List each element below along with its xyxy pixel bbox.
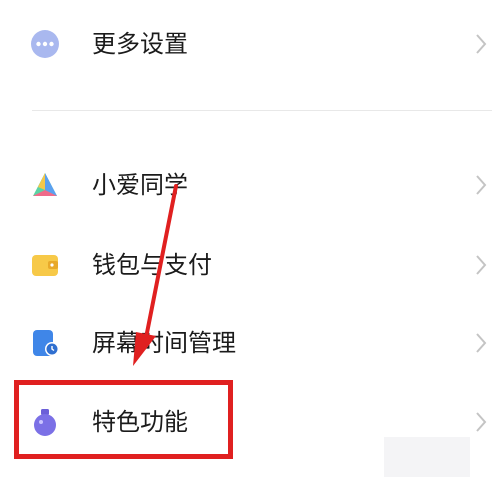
menu-item-label: 更多设置 [92,30,188,58]
menu-item-label: 屏幕时间管理 [92,329,236,357]
menu-item-xiaoai[interactable]: 小爱同学 [0,153,500,215]
chevron-right-icon [476,34,487,54]
more-dots-icon [31,30,59,58]
menu-item-more-settings[interactable]: 更多设置 [0,12,500,74]
screen-time-icon [33,330,59,356]
menu-item-label: 钱包与支付 [92,251,212,279]
section-divider [32,110,492,111]
chevron-right-icon [476,175,487,195]
menu-item-label: 小爱同学 [92,171,188,199]
chevron-right-icon [476,255,487,275]
background-shade [384,437,470,477]
chevron-right-icon [476,333,487,353]
chevron-right-icon [476,412,487,432]
wallet-icon [32,255,58,276]
menu-item-screen-time[interactable]: 屏幕时间管理 [0,311,500,373]
highlight-box [14,380,233,459]
menu-item-wallet[interactable]: 钱包与支付 [0,233,500,295]
xiaoai-assistant-icon [33,173,57,196]
